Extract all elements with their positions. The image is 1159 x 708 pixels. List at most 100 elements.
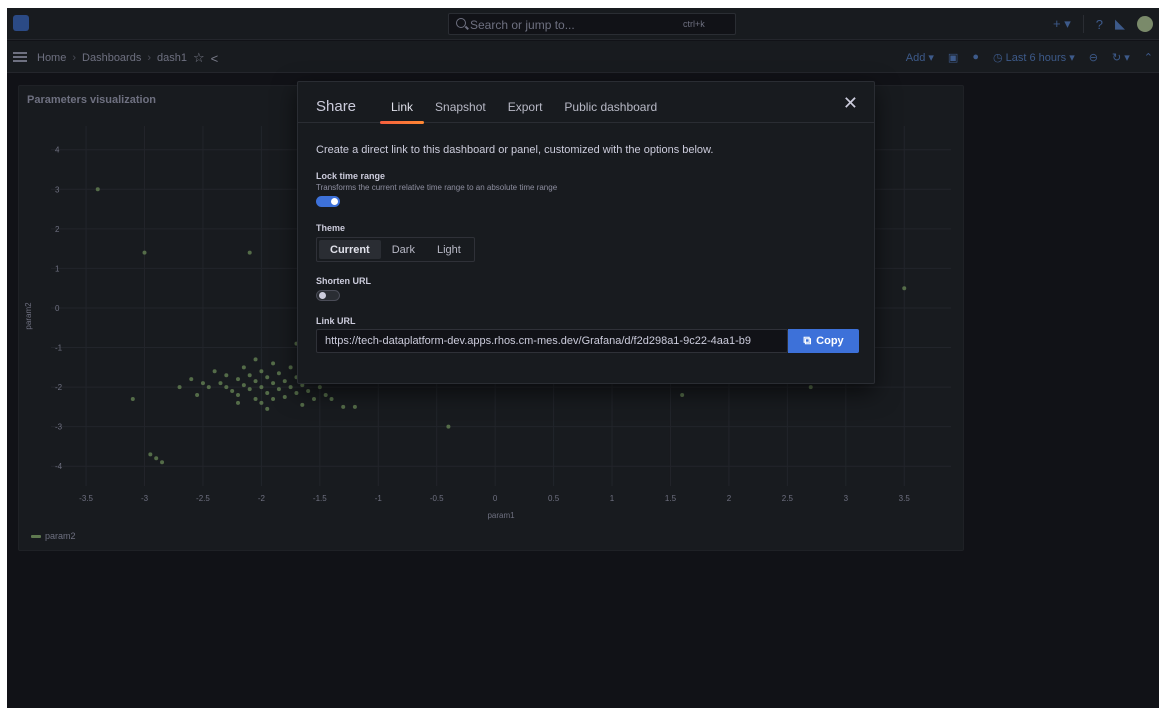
data-point (230, 389, 235, 394)
data-point (253, 379, 258, 384)
lock-time-range-description: Transforms the current relative time ran… (316, 183, 558, 192)
breadcrumb-dash1[interactable]: dash1 (157, 52, 187, 64)
settings-icon[interactable]: ● (972, 51, 979, 63)
theme-option-current[interactable]: Current (319, 240, 381, 259)
data-point (317, 385, 322, 390)
grafana-app: Search or jump to... ctrl+k + ▾ ? ◣ Home… (7, 8, 1159, 708)
data-point (276, 387, 281, 392)
data-point (253, 396, 258, 401)
data-point (241, 365, 246, 370)
data-point (271, 396, 276, 401)
theme-option-dark[interactable]: Dark (381, 240, 426, 259)
data-point (236, 393, 241, 398)
tab-public-dashboard[interactable]: Public dashboard (553, 82, 668, 123)
data-point (247, 387, 252, 392)
y-tick-label: -1 (55, 344, 63, 353)
share-icon[interactable]: < (211, 51, 219, 66)
tab-export[interactable]: Export (497, 82, 554, 123)
shorten-url-label: Shorten URL (316, 276, 371, 286)
data-point (206, 385, 211, 390)
theme-option-light[interactable]: Light (426, 240, 472, 259)
divider (1082, 15, 1084, 33)
save-icon[interactable]: ▣ (948, 51, 958, 64)
copy-icon: ⧉ (803, 334, 812, 347)
grafana-logo-icon[interactable] (13, 15, 29, 31)
collapse-icon[interactable]: ⌃ (1144, 51, 1153, 64)
x-tick-label: -1.5 (313, 494, 327, 503)
star-icon[interactable]: ☆ (193, 50, 205, 66)
data-point (300, 402, 305, 407)
add-label: Add (905, 51, 926, 64)
share-tabs: Link Snapshot Export Public dashboard (380, 82, 668, 124)
data-point (247, 373, 252, 378)
x-tick-label: 1.5 (665, 494, 677, 503)
menu-icon[interactable] (13, 52, 27, 62)
data-point (446, 424, 451, 429)
data-point (282, 394, 287, 399)
x-tick-label: 2 (727, 494, 732, 503)
chart-legend[interactable]: param2 (31, 531, 76, 541)
add-button[interactable]: Add ▾ (906, 51, 934, 64)
data-point (265, 406, 270, 411)
x-tick-label: 0.5 (548, 494, 560, 503)
tab-snapshot[interactable]: Snapshot (424, 82, 497, 123)
y-tick-label: -4 (55, 462, 63, 471)
breadcrumb: Home › Dashboards › dash1 ☆ < (37, 50, 218, 66)
data-point (259, 385, 264, 390)
data-point (148, 452, 153, 457)
close-icon[interactable]: ✕ (843, 94, 858, 112)
y-tick-label: 0 (55, 304, 60, 313)
x-tick-label: -2.5 (196, 494, 210, 503)
breadcrumb-separator: › (72, 52, 77, 64)
user-avatar[interactable] (1137, 16, 1153, 32)
data-point (253, 357, 258, 362)
data-point (177, 385, 182, 390)
data-point (329, 396, 334, 401)
data-point (306, 389, 311, 394)
y-tick-label: 2 (55, 225, 60, 234)
news-icon[interactable]: ◣ (1115, 16, 1125, 32)
share-modal: Share Link Snapshot Export Public dashbo… (297, 81, 875, 384)
search-placeholder: Search or jump to... (470, 18, 575, 32)
search-input[interactable]: Search or jump to... ctrl+k (448, 13, 736, 35)
shorten-url-toggle[interactable] (316, 290, 340, 301)
lock-time-range-label: Lock time range (316, 171, 386, 181)
link-url-field[interactable]: https://tech-dataplatform-dev.apps.rhos.… (316, 329, 788, 353)
modal-title: Share (316, 98, 357, 115)
help-icon[interactable]: ? (1096, 17, 1103, 32)
data-point (212, 369, 217, 374)
data-point (236, 400, 241, 405)
data-point (224, 385, 229, 390)
data-point (200, 381, 205, 386)
copy-button[interactable]: ⧉ Copy (788, 329, 859, 353)
refresh-icon[interactable]: ↻ ▾ (1112, 51, 1130, 64)
x-tick-label: 2.5 (782, 494, 794, 503)
data-point (680, 393, 685, 398)
breadcrumb-home[interactable]: Home (37, 52, 66, 64)
legend-label: param2 (45, 531, 76, 541)
data-point (154, 456, 159, 461)
breadcrumb-dashboards[interactable]: Dashboards (82, 52, 141, 64)
legend-swatch (31, 534, 41, 538)
data-point (247, 250, 252, 255)
data-point (271, 361, 276, 366)
data-point (288, 365, 293, 370)
data-point (902, 286, 907, 291)
new-plus-icon[interactable]: + ▾ (1053, 16, 1071, 32)
data-point (95, 187, 100, 192)
x-axis-label: param1 (487, 511, 515, 520)
lock-time-range-toggle[interactable] (316, 196, 340, 207)
top-bar-actions: + ▾ ? ◣ (1053, 8, 1159, 40)
x-tick-label: 1 (610, 494, 615, 503)
time-range-picker[interactable]: ◷ Last 6 hours ▾ (993, 51, 1075, 64)
tab-link[interactable]: Link (380, 82, 425, 124)
theme-radio-group: Current Dark Light (316, 237, 475, 262)
data-point (224, 373, 229, 378)
time-range-label: Last 6 hours (1005, 51, 1067, 64)
data-point (236, 377, 241, 382)
y-tick-label: -2 (55, 383, 63, 392)
keyboard-shortcut-hint: ctrl+k (683, 19, 705, 29)
data-point (265, 391, 270, 396)
data-point (323, 393, 328, 398)
zoom-out-icon[interactable]: ⊖ (1089, 51, 1098, 64)
